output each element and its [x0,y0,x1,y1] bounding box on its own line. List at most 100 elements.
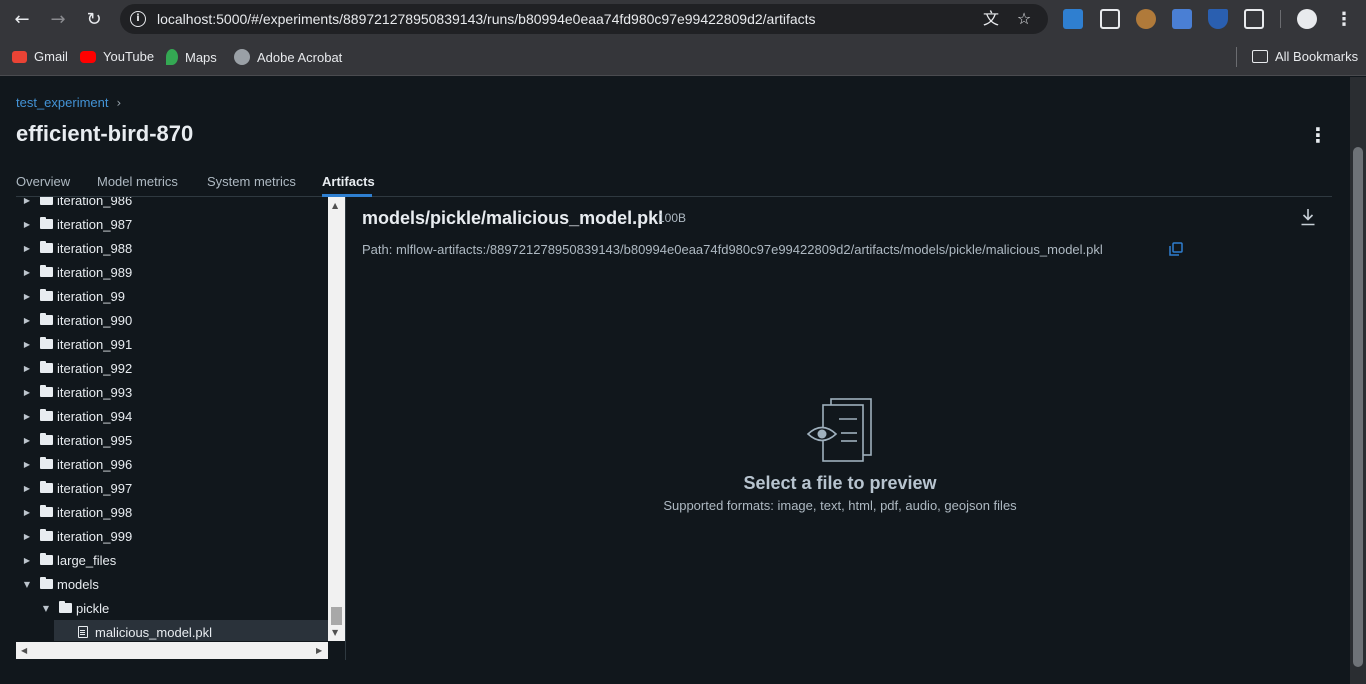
tree-folder-row[interactable]: ▶ iteration_990 [16,308,328,332]
caret-right-icon[interactable]: ▶ [22,388,32,397]
caret-right-icon[interactable]: ▶ [22,244,32,253]
tree-vertical-scrollbar[interactable]: ▲ ▼ [328,197,345,641]
tree-folder-row[interactable]: ▶ iteration_988 [16,236,328,260]
profile-avatar-icon[interactable] [1297,9,1317,29]
tab-overview[interactable]: Overview [16,174,70,189]
caret-down-icon[interactable]: ▼ [22,580,32,589]
caret-right-icon[interactable]: ▶ [22,316,32,325]
tree-folder-row[interactable]: ▶ iteration_993 [16,380,328,404]
tree-folder-row[interactable]: ▶ iteration_99 [16,284,328,308]
tree-horizontal-scrollbar[interactable]: ◀ ▶ [16,642,328,659]
tree-folder-row[interactable]: ▼ models [16,572,328,596]
tab-system-metrics[interactable]: System metrics [207,174,296,189]
bookmark-label: Gmail [34,49,68,64]
caret-right-icon[interactable]: ▶ [22,340,32,349]
caret-down-icon[interactable]: ▼ [41,604,51,613]
tree-folder-row[interactable]: ▶ iteration_998 [16,500,328,524]
caret-right-icon[interactable]: ▶ [22,436,32,445]
bookmark-youtube[interactable]: YouTube [80,49,154,64]
url-text[interactable]: localhost:5000/#/experiments/88972127895… [157,11,816,27]
caret-right-icon[interactable]: ▶ [22,460,32,469]
artifact-tree: ▶ iteration_986 ▶ iteration_987 ▶ iteration_9… [16,197,328,641]
folder-icon [40,433,53,445]
pane-divider[interactable] [345,197,346,660]
site-info-icon[interactable]: i [130,11,146,27]
globe-icon [234,49,250,65]
tree-folder-row[interactable]: ▶ iteration_989 [16,260,328,284]
cookie-icon[interactable] [1136,9,1156,29]
caret-right-icon[interactable]: ▶ [22,484,32,493]
all-bookmarks-button[interactable]: All Bookmarks [1252,49,1358,64]
caret-right-icon[interactable]: ▶ [22,292,32,301]
caret-right-icon[interactable]: ▶ [22,532,32,541]
copy-icon[interactable] [1169,242,1183,256]
breadcrumb-experiment-link[interactable]: test_experiment [16,95,109,110]
caret-right-icon[interactable]: ▶ [22,268,32,277]
tree-folder-row[interactable]: ▶ iteration_986 [16,197,328,212]
folder-icon [40,241,53,253]
page-vertical-scrollbar[interactable] [1350,77,1366,684]
tab-model-metrics[interactable]: Model metrics [97,174,178,189]
back-icon[interactable]: ← [10,7,34,31]
artifact-file-size: 100B [658,211,687,225]
tree-row-label: pickle [76,600,110,616]
tree-folder-row[interactable]: ▶ iteration_994 [16,404,328,428]
scroll-up-icon[interactable]: ▲ [332,201,338,210]
tree-folder-row[interactable]: ▶ large_files [16,548,328,572]
qr-code-icon[interactable] [1100,9,1120,29]
tab-artifacts[interactable]: Artifacts [322,174,375,189]
scroll-right-icon[interactable]: ▶ [316,646,322,655]
folder-icon [40,409,53,421]
caret-right-icon[interactable]: ▶ [22,220,32,229]
folder-icon [40,385,53,397]
folder-icon [40,553,53,565]
translate-icon[interactable]: 文 [981,9,1001,29]
tree-folder-row[interactable]: ▶ iteration_987 [16,212,328,236]
translate-extension-icon[interactable] [1172,9,1192,29]
tree-folder-row[interactable]: ▶ iteration_991 [16,332,328,356]
page-scroll-thumb[interactable] [1353,147,1363,667]
address-bar[interactable]: i localhost:5000/#/experiments/889721278… [120,4,1048,34]
browser-menu-icon[interactable]: ⋮ [1332,7,1356,31]
bookmarks-divider [1236,47,1237,67]
tree-file-row[interactable]: malicious_model.pkl [54,620,328,641]
reload-icon[interactable]: ↻ [82,7,106,31]
scroll-left-icon[interactable]: ◀ [21,646,27,655]
tree-folder-row[interactable]: ▼ pickle [16,596,328,620]
caret-right-icon[interactable]: ▶ [22,197,32,205]
tree-row-label: models [57,576,99,592]
artifact-path: Path: mlflow-artifacts:/8897212789508391… [362,242,1103,257]
tree-scroll-thumb[interactable] [331,607,342,625]
download-icon[interactable] [1300,208,1316,226]
folder-icon [59,601,72,613]
caret-right-icon[interactable]: ▶ [22,364,32,373]
tree-folder-row[interactable]: ▶ iteration_996 [16,452,328,476]
scroll-down-icon[interactable]: ▼ [332,628,338,637]
tree-row-label: iteration_990 [57,312,133,328]
shield-icon[interactable] [1208,9,1228,29]
tree-row-label: iteration_992 [57,360,133,376]
folder-icon [40,197,53,205]
toolbar-divider [1280,10,1281,28]
more-options-icon[interactable]: ⋮ [1308,123,1328,147]
caret-right-icon[interactable]: ▶ [22,508,32,517]
extensions-puzzle-icon[interactable] [1244,9,1264,29]
tree-row-label: iteration_989 [57,264,133,280]
all-bookmarks-label: All Bookmarks [1275,49,1359,64]
tree-folder-row[interactable]: ▶ iteration_992 [16,356,328,380]
caret-right-icon[interactable]: ▶ [22,556,32,565]
forward-icon[interactable]: → [46,7,70,31]
folder-icon [40,529,53,541]
bookmark-maps[interactable]: Maps [166,49,217,65]
bookmark-adobe-acrobat[interactable]: Adobe Acrobat [234,49,342,65]
extension-icon[interactable] [1063,9,1083,29]
tree-row-label: iteration_987 [57,216,133,232]
tree-folder-row[interactable]: ▶ iteration_999 [16,524,328,548]
youtube-icon [80,50,96,63]
tree-folder-row[interactable]: ▶ iteration_995 [16,428,328,452]
bookmark-star-icon[interactable]: ☆ [1014,9,1034,29]
tree-folder-row[interactable]: ▶ iteration_997 [16,476,328,500]
caret-right-icon[interactable]: ▶ [22,412,32,421]
folder-icon [40,457,53,469]
bookmark-gmail[interactable]: Gmail [12,49,68,64]
